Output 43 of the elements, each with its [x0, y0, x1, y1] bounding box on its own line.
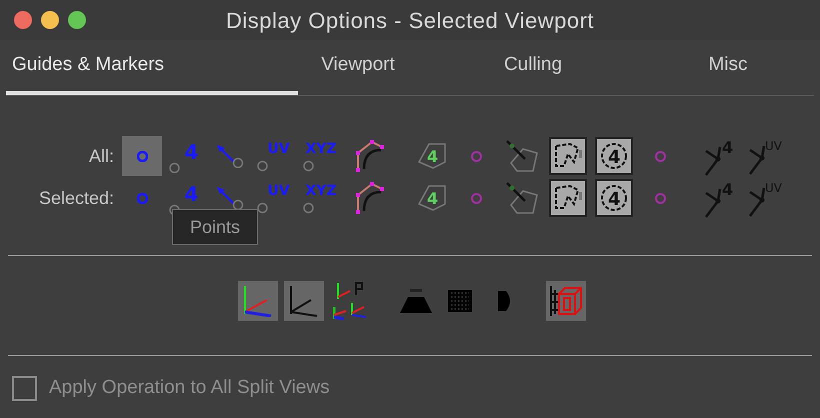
- zoom-button[interactable]: [68, 11, 86, 29]
- toggle-button[interactable]: 4: [412, 178, 452, 218]
- dashed-curve-icon: [549, 179, 587, 217]
- checkbox[interactable]: [12, 376, 37, 401]
- dot-icon: [470, 192, 482, 204]
- tab[interactable]: Guides & Markers: [6, 40, 298, 95]
- axes-icon: [244, 285, 272, 317]
- multi-axes-icon: [333, 282, 367, 320]
- tooltip: Points: [172, 209, 258, 245]
- toggle-button[interactable]: [122, 136, 162, 176]
- curve-hull-icon: [355, 139, 385, 173]
- face-number-icon: 4: [418, 143, 446, 169]
- toggle-button[interactable]: 4: [594, 178, 634, 218]
- cube-icon: [550, 285, 582, 317]
- dot-icon: [654, 192, 666, 204]
- polygon-normal-icon: [506, 182, 538, 214]
- toggle-button[interactable]: 4: [412, 136, 452, 176]
- toggle-button[interactable]: [548, 136, 588, 176]
- trapezoid-icon: [399, 288, 433, 314]
- tab[interactable]: Viewport: [298, 40, 418, 95]
- toolbar-button[interactable]: [238, 281, 278, 321]
- minimize-button[interactable]: [41, 11, 59, 29]
- face-number-icon: 4: [418, 185, 446, 211]
- tab[interactable]: Culling: [418, 40, 648, 95]
- window-title: Display Options - Selected Viewport: [226, 6, 594, 35]
- point-icon: [136, 150, 148, 162]
- point-icon: [136, 192, 148, 204]
- dot-icon: [654, 150, 666, 162]
- tab[interactable]: Misc: [648, 40, 808, 95]
- normal-icon: [216, 186, 244, 210]
- row-label: All:: [88, 144, 115, 168]
- curve-hull-icon: [355, 181, 385, 215]
- close-button[interactable]: [14, 11, 32, 29]
- axes-icon: [290, 285, 318, 317]
- polygon-normal-icon: [506, 140, 538, 172]
- toggle-button[interactable]: 4: [594, 136, 634, 176]
- dot-icon: [470, 150, 482, 162]
- row-label: Selected:: [38, 186, 115, 210]
- toggle-button[interactable]: [548, 178, 588, 218]
- normal-icon: [216, 144, 244, 168]
- dashed-curve-icon: [549, 137, 587, 175]
- grid-icon: [447, 289, 473, 313]
- checkbox-label: Apply Operation to All Split Views: [49, 376, 330, 400]
